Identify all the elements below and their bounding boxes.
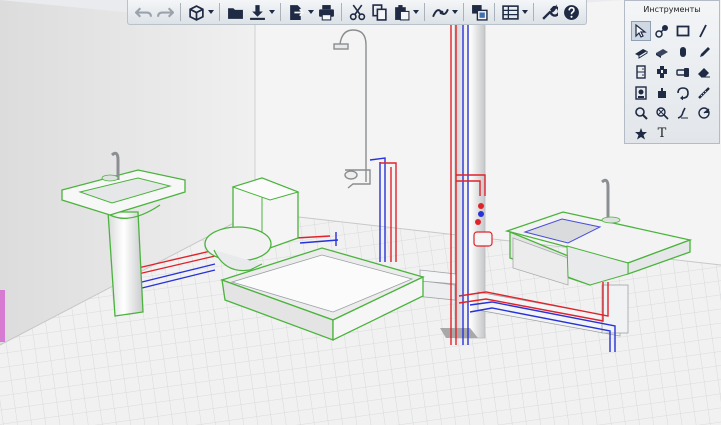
toolbar-separator [341,3,342,21]
measure-icon[interactable] [694,83,714,103]
table-icon[interactable] [499,1,521,23]
cut-icon[interactable] [346,1,368,23]
folder-icon[interactable] [224,1,246,23]
faucet-icon[interactable] [652,62,672,82]
section-icon[interactable] [694,103,714,123]
pipe-route-icon[interactable] [429,1,451,23]
help-icon[interactable] [560,1,582,23]
zoom-icon[interactable] [631,103,651,123]
rotate-icon[interactable] [673,83,693,103]
mirror-icon[interactable] [631,83,651,103]
undo-icon[interactable] [132,1,154,23]
slope-icon[interactable] [673,103,693,123]
wall-panel-icon[interactable] [631,42,651,62]
tools-panel-title: Инструменты [643,5,701,14]
copy-icon[interactable] [368,1,390,23]
export-icon[interactable] [285,1,307,23]
toolbar-separator [494,3,495,21]
cylinder-icon[interactable] [673,42,693,62]
download-icon[interactable] [246,1,268,23]
print-icon[interactable] [315,1,337,23]
tools-grid: T [631,21,717,144]
toolbar-separator [463,3,464,21]
box-view-icon[interactable] [185,1,207,23]
layers-icon[interactable] [468,1,490,23]
star-icon[interactable] [631,124,651,144]
bathroom-3d-viewport[interactable] [0,0,721,425]
export-dropdown[interactable] [307,1,315,23]
rectangle-icon[interactable] [673,21,693,41]
paste-dropdown[interactable] [412,1,420,23]
pencil-icon[interactable] [694,42,714,62]
cabinet-icon[interactable] [631,62,651,82]
redo-icon[interactable] [154,1,176,23]
toolbar-separator [180,3,181,21]
pipe-route-dropdown[interactable] [451,1,459,23]
table-dropdown[interactable] [521,1,529,23]
valve-icon[interactable] [652,83,672,103]
eraser-icon[interactable] [694,62,714,82]
wrench-icon[interactable] [538,1,560,23]
lamp-icon[interactable] [652,103,672,123]
tools-panel: Инструменты T [624,0,720,144]
box-view-dropdown[interactable] [207,1,215,23]
main-toolbar [127,0,587,25]
text-tool-glyph: T [657,126,667,141]
paste-icon[interactable] [390,1,412,23]
text-tool[interactable]: T [652,124,672,144]
nodes-icon[interactable] [652,21,672,41]
line-icon[interactable] [694,21,714,41]
pipe-tool-icon[interactable] [673,62,693,82]
toolbar-separator [533,3,534,21]
download-dropdown[interactable] [268,1,276,23]
floor-icon[interactable] [652,42,672,62]
toolbar-separator [219,3,220,21]
toolbar-separator [280,3,281,21]
select-arrow-icon[interactable] [631,21,651,41]
toolbar-separator [424,3,425,21]
